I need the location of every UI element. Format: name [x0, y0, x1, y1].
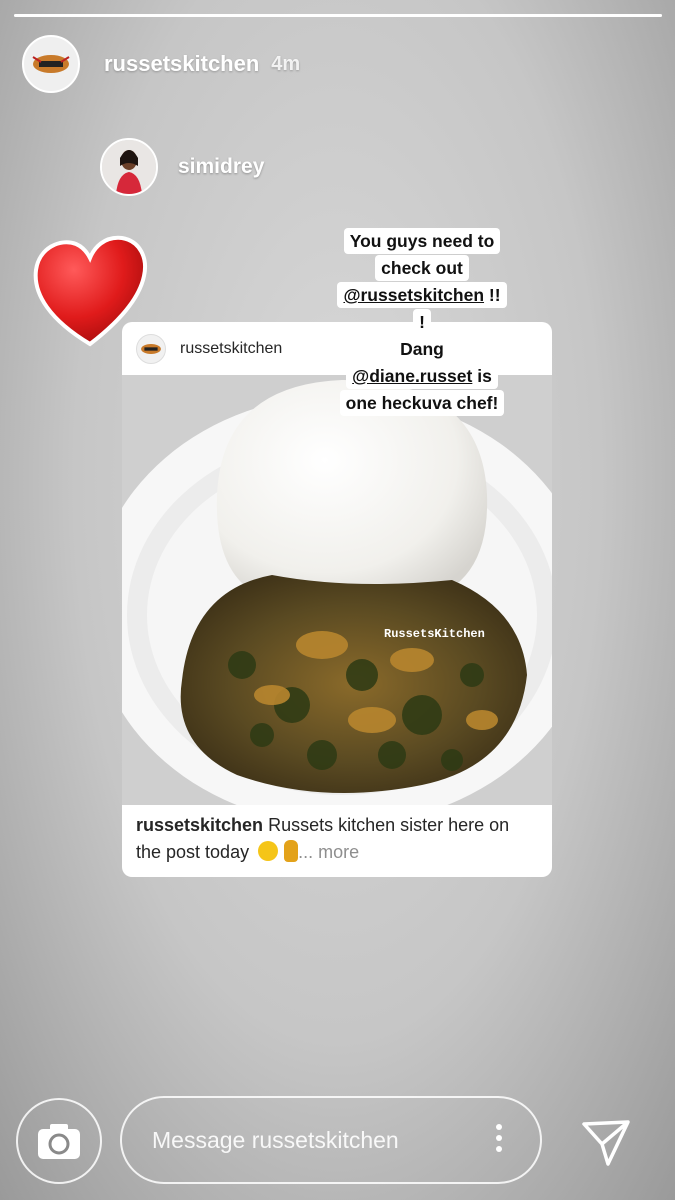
- caption-suffix: !!: [484, 285, 501, 305]
- mention-link[interactable]: @diane.russet: [352, 366, 472, 386]
- story-progress-bar: [14, 14, 662, 17]
- camera-icon: [38, 1124, 80, 1159]
- caption-line: Dang: [394, 336, 450, 362]
- caption-username: russetskitchen: [136, 815, 264, 835]
- victory-hand-emoji-icon: [284, 840, 299, 862]
- story-header: russetskitchen 4m: [22, 34, 300, 94]
- post-image: RussetsKitchen: [122, 375, 552, 805]
- mention-sticker[interactable]: simidrey: [100, 138, 264, 196]
- story-timestamp: 4m: [271, 52, 301, 75]
- story-text-caption: You guys need to check out @russetskitch…: [332, 228, 512, 417]
- mention-avatar: [100, 138, 158, 196]
- person-avatar-icon: [102, 140, 156, 194]
- caption-line: one heckuva chef!: [339, 390, 505, 416]
- watermark-text: RussetsKitchen: [384, 627, 485, 641]
- dot: [496, 1124, 502, 1130]
- caption-suffix: is: [472, 366, 492, 386]
- message-input[interactable]: [150, 1125, 474, 1155]
- post-avatar: [136, 333, 166, 364]
- more-link[interactable]: ... more: [298, 842, 359, 862]
- avatar[interactable]: [22, 35, 80, 93]
- dot: [496, 1135, 502, 1141]
- post-username: russetskitchen: [180, 339, 283, 357]
- post-caption: russetskitchen Russets kitchen sister he…: [136, 812, 536, 866]
- caption-line: check out: [375, 255, 469, 281]
- russetskitchen-logo-icon: [32, 55, 70, 73]
- caption-line: !: [413, 309, 431, 335]
- caption-line: @russetskitchen !!: [337, 282, 507, 308]
- russetskitchen-logo-icon: [141, 343, 161, 354]
- mention-username: simidrey: [178, 155, 265, 178]
- story-progress-fill: [14, 14, 662, 17]
- more-options-icon[interactable]: [496, 1124, 502, 1152]
- message-composer[interactable]: [120, 1096, 542, 1184]
- dot: [496, 1146, 502, 1152]
- grin-emoji-icon: [258, 841, 279, 861]
- story-username[interactable]: russetskitchen: [104, 51, 259, 77]
- send-icon[interactable]: [580, 1116, 632, 1168]
- caption-line: @diane.russet is: [346, 363, 498, 389]
- mention-link[interactable]: @russetskitchen: [343, 285, 484, 305]
- camera-button[interactable]: [16, 1098, 102, 1184]
- caption-line: You guys need to: [343, 228, 501, 254]
